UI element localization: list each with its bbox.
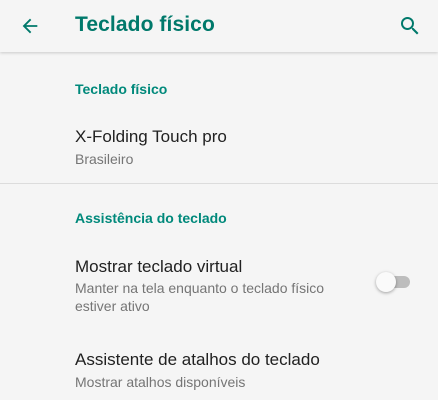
section-divider — [0, 183, 438, 184]
switch-thumb — [376, 272, 396, 292]
keyboard-layout: Brasileiro — [75, 151, 134, 167]
show-virtual-keyboard-item[interactable]: Mostrar teclado virtual Manter na tela e… — [0, 244, 438, 320]
keyboard-item-x-folding-touch-pro[interactable]: X-Folding Touch pro Brasileiro — [0, 114, 438, 180]
arrow-back-icon — [22, 18, 38, 34]
keyboard-shortcuts-helper-summary: Mostrar atalhos disponíveis — [75, 374, 246, 390]
search-button[interactable] — [394, 10, 426, 42]
app-bar: Teclado físico — [0, 0, 438, 52]
keyboard-name: X-Folding Touch pro — [75, 127, 227, 146]
show-virtual-keyboard-summary-line-1: Manter na tela enquanto o teclado físico — [75, 280, 325, 296]
show-virtual-keyboard-switch[interactable] — [376, 272, 412, 292]
keyboard-shortcuts-helper-title: Assistente de atalhos do teclado — [75, 350, 320, 369]
show-virtual-keyboard-summary-line-2: estiver ativo — [75, 298, 150, 314]
back-button[interactable] — [14, 10, 46, 42]
show-virtual-keyboard-title: Mostrar teclado virtual — [75, 257, 243, 276]
section-header-keyboard-assist: Assistência do teclado — [75, 210, 227, 226]
section-header-physical-keyboard: Teclado físico — [75, 81, 168, 97]
page-title: Teclado físico — [75, 13, 215, 36]
search-icon — [401, 17, 419, 35]
settings-list: Teclado físico X-Folding Touch pro Brasi… — [0, 52, 438, 400]
keyboard-shortcuts-helper-item[interactable]: Assistente de atalhos do teclado Mostrar… — [0, 337, 438, 397]
